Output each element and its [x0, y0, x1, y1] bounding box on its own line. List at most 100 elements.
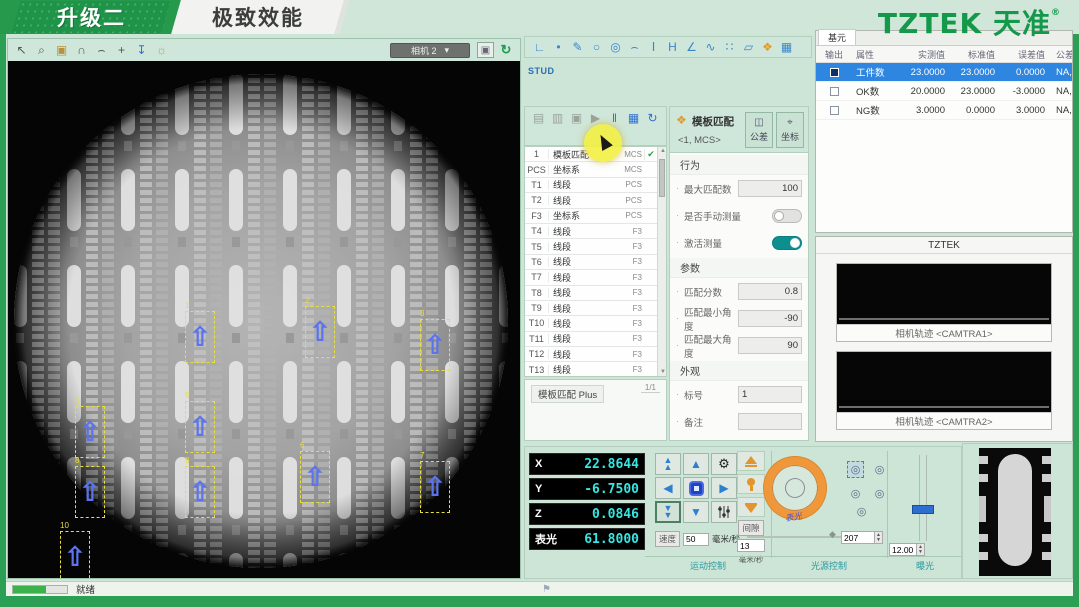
light-value-input[interactable]: [841, 531, 875, 544]
width-icon[interactable]: Η: [665, 40, 680, 54]
open-icon[interactable]: ▤: [532, 111, 545, 125]
stage-up-button[interactable]: [737, 451, 765, 471]
step-row[interactable]: T13线段F3: [525, 362, 657, 376]
coord-button[interactable]: ⌖坐标: [776, 112, 804, 148]
step-row[interactable]: T11线段F3: [525, 332, 657, 347]
param-input-match-score[interactable]: [738, 283, 802, 300]
copy-icon[interactable]: ▥: [551, 111, 564, 125]
fit-curve-icon[interactable]: ∩: [73, 43, 90, 58]
scroll-up-icon[interactable]: ▲: [660, 148, 666, 154]
zoom-icon[interactable]: ⌕: [33, 43, 50, 58]
ring-light-3-icon[interactable]: ◎: [847, 485, 864, 502]
param-input-note[interactable]: [738, 413, 802, 430]
crosshair-icon[interactable]: +: [113, 43, 130, 58]
jog-fast-up-button[interactable]: ▲▲: [655, 453, 681, 475]
point-icon[interactable]: •: [551, 40, 566, 54]
eraser-icon[interactable]: ▱: [741, 40, 756, 54]
jog-tune-button[interactable]: [711, 501, 737, 523]
param-input-min-angle[interactable]: [738, 310, 802, 327]
save-icon[interactable]: ▣: [570, 111, 583, 125]
axis-icon[interactable]: ∟: [532, 40, 547, 54]
arc-icon[interactable]: ⌢: [627, 40, 642, 55]
angle-icon[interactable]: ∠: [684, 40, 699, 54]
light-slider-handle[interactable]: ◆: [829, 529, 836, 540]
snapshot-button[interactable]: ▣: [477, 42, 494, 58]
jog-fast-down-button[interactable]: ▼▼: [655, 501, 681, 523]
step-row[interactable]: T8线段F3: [525, 286, 657, 301]
camera-select-dropdown[interactable]: 相机 2 ▾: [390, 43, 470, 58]
refresh-camera-button[interactable]: ↻: [497, 42, 515, 58]
checkbox[interactable]: [830, 68, 839, 77]
toggle-active-measure[interactable]: [772, 236, 802, 250]
clock-icon[interactable]: ↻: [646, 111, 659, 125]
step-row[interactable]: T2线段PCS: [525, 193, 657, 208]
step-row[interactable]: T6线段F3: [525, 255, 657, 270]
step-row[interactable]: T7线段F3: [525, 270, 657, 285]
step-row[interactable]: T4线段F3: [525, 224, 657, 239]
result-row[interactable]: OK数20.000023.0000-3.0000NA, NA: [816, 82, 1072, 101]
light-slider[interactable]: [747, 536, 853, 538]
lamp-icon[interactable]: ☼: [153, 43, 170, 58]
step-row[interactable]: F3坐标系PCS: [525, 209, 657, 224]
steps-scrollbar[interactable]: ▲ ▼: [657, 147, 666, 376]
step-row[interactable]: PCS坐标系MCS: [525, 162, 657, 177]
scroll-down-icon[interactable]: ▼: [660, 369, 666, 375]
grid-icon[interactable]: ▦: [627, 111, 640, 125]
jog-left-button[interactable]: ◀: [655, 477, 681, 499]
jog-up-button[interactable]: ▲: [683, 453, 709, 475]
result-row[interactable]: 工件数23.000023.00000.0000NA, NA: [816, 63, 1072, 82]
param-input-tag[interactable]: [738, 386, 802, 403]
pause-icon[interactable]: ‖: [608, 111, 621, 125]
arc-icon[interactable]: ⌢: [93, 43, 110, 58]
camera-image[interactable]: 1⇧2⇧3⇧4⇧5⇧6⇧7⇧8⇧9⇧10⇧: [8, 61, 520, 578]
scatter-icon[interactable]: ∷: [722, 40, 737, 54]
jog-stop-button[interactable]: [683, 477, 709, 499]
gap-button[interactable]: 间隙: [738, 520, 763, 536]
exposure-slider-handle[interactable]: [912, 505, 934, 514]
ring-light-2-icon[interactable]: ◎: [871, 461, 888, 478]
step-row[interactable]: T12线段F3: [525, 347, 657, 362]
run-icon[interactable]: ▶: [589, 111, 602, 125]
step-row[interactable]: T9线段F3: [525, 301, 657, 316]
circle-icon[interactable]: ○: [589, 40, 604, 54]
speed-input[interactable]: [683, 533, 709, 546]
footer-tab[interactable]: 模板匹配 Plus: [531, 385, 604, 403]
stepper-icons[interactable]: ▲▼: [917, 543, 925, 556]
tab-primitives[interactable]: 基元: [818, 29, 856, 45]
jog-settings-button[interactable]: ⚙: [711, 453, 737, 475]
exposure-input[interactable]: [889, 543, 917, 556]
scrollbar-thumb[interactable]: [659, 159, 665, 197]
step-row[interactable]: T10线段F3: [525, 316, 657, 331]
ring-light-5-icon[interactable]: ◎: [853, 503, 870, 520]
spline-icon[interactable]: ∿: [703, 40, 718, 54]
distance-icon[interactable]: Ⅰ: [646, 40, 661, 54]
param-input-max-angle[interactable]: [738, 337, 802, 354]
axis-value: -6.7500: [563, 482, 639, 497]
speed-button[interactable]: 速度: [655, 531, 680, 547]
checkbox[interactable]: [830, 106, 839, 115]
gap-input[interactable]: [737, 539, 765, 552]
slot-zoom-image: [979, 448, 1051, 576]
pen-icon[interactable]: ✎: [570, 40, 585, 54]
stepper-icons[interactable]: ▲▼: [875, 531, 883, 544]
checkbox[interactable]: [830, 87, 839, 96]
plumb-icon[interactable]: ↧: [133, 43, 150, 58]
result-row[interactable]: NG数3.00000.00003.0000NA, NA: [816, 101, 1072, 120]
toggle-manual-measure[interactable]: [772, 209, 802, 223]
jog-down-button[interactable]: ▼: [683, 501, 709, 523]
calc-icon[interactable]: ▦: [779, 40, 794, 54]
ellipse-icon[interactable]: ◎: [608, 40, 623, 54]
tolerance-button[interactable]: ◫公差: [745, 112, 773, 148]
step-row[interactable]: T1线段PCS: [525, 178, 657, 193]
step-row[interactable]: T5线段F3: [525, 239, 657, 254]
param-input-max-match[interactable]: [738, 180, 802, 197]
exposure-slider-track[interactable]: [919, 455, 927, 541]
jog-right-button[interactable]: ▶: [711, 477, 737, 499]
image-icon[interactable]: ▣: [53, 43, 70, 58]
cursor-icon[interactable]: ↖: [13, 43, 30, 58]
stage-down-button[interactable]: [737, 497, 765, 517]
joystick-button[interactable]: [737, 474, 765, 494]
ring-light-1-icon[interactable]: ◎: [847, 461, 864, 478]
template-icon[interactable]: ❖: [760, 40, 775, 54]
ring-light-4-icon[interactable]: ◎: [871, 485, 888, 502]
